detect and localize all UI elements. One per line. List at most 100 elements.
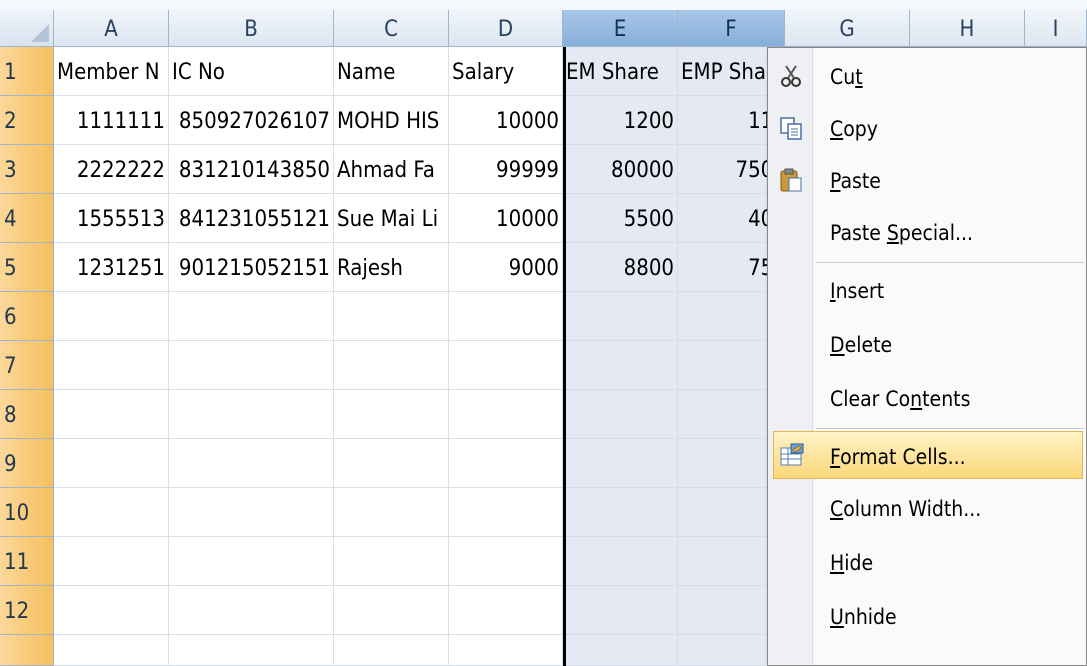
cell-d4[interactable]: 10000 [449, 194, 563, 243]
row-header-6[interactable]: 6 [0, 292, 54, 341]
cell-b4[interactable]: 841231055121 [169, 194, 334, 243]
row-header-9[interactable]: 9 [0, 439, 54, 488]
cell-d5[interactable]: 9000 [449, 243, 563, 292]
menu-item-unhide[interactable]: Unhide [768, 592, 1086, 640]
cell-b2[interactable]: 850927026107 [169, 96, 334, 145]
menu-item-format-cells[interactable]: Format Cells... [773, 431, 1083, 479]
column-header-f[interactable]: F [678, 10, 785, 47]
cell-d10[interactable] [449, 488, 563, 537]
cell-c11[interactable] [334, 537, 449, 586]
cell-e6[interactable] [563, 292, 678, 341]
column-header-a[interactable]: A [54, 10, 169, 47]
cell-a11[interactable] [54, 537, 169, 586]
cell-e9[interactable] [563, 439, 678, 488]
cell-d6[interactable] [449, 292, 563, 341]
cell-e2[interactable]: 1200 [563, 96, 678, 145]
scissors-icon [781, 65, 801, 87]
cell-a13[interactable] [54, 635, 169, 666]
cell-e4[interactable]: 5500 [563, 194, 678, 243]
cell-c9[interactable] [334, 439, 449, 488]
menu-item-insert[interactable]: Insert [768, 266, 1086, 314]
cell-c4[interactable]: Sue Mai Li [334, 194, 449, 243]
row-header-10[interactable]: 10 [0, 488, 54, 537]
cell-b1[interactable]: IC No [169, 47, 334, 96]
cell-c10[interactable] [334, 488, 449, 537]
cell-a9[interactable] [54, 439, 169, 488]
column-header-e[interactable]: E [563, 10, 678, 47]
cell-b12[interactable] [169, 586, 334, 635]
cell-e5[interactable]: 8800 [563, 243, 678, 292]
cell-a2[interactable]: 1111111 [54, 96, 169, 145]
row-header-2[interactable]: 2 [0, 96, 54, 145]
column-header-h[interactable]: H [910, 10, 1025, 47]
row-header-13[interactable] [0, 635, 54, 666]
menu-item-delete[interactable]: Delete [768, 320, 1086, 368]
select-all-button[interactable] [0, 10, 54, 47]
cell-c6[interactable] [334, 292, 449, 341]
row-header-7[interactable]: 7 [0, 341, 54, 390]
cell-e13[interactable] [563, 635, 678, 666]
cell-c5[interactable]: Rajesh [334, 243, 449, 292]
cell-c12[interactable] [334, 586, 449, 635]
row-header-3[interactable]: 3 [0, 145, 54, 194]
row-header-11[interactable]: 11 [0, 537, 54, 586]
row-header-12[interactable]: 12 [0, 586, 54, 635]
cell-b3[interactable]: 831210143850 [169, 145, 334, 194]
column-header-g[interactable]: G [785, 10, 910, 47]
cell-d7[interactable] [449, 341, 563, 390]
cell-a6[interactable] [54, 292, 169, 341]
cell-a4[interactable]: 1555513 [54, 194, 169, 243]
cell-c7[interactable] [334, 341, 449, 390]
menu-item-cut[interactable]: Cut [768, 52, 1086, 100]
cell-e7[interactable] [563, 341, 678, 390]
menu-item-column-width[interactable]: Column Width... [768, 484, 1086, 532]
cell-a5[interactable]: 1231251 [54, 243, 169, 292]
cell-b7[interactable] [169, 341, 334, 390]
cell-d1[interactable]: Salary [449, 47, 563, 96]
cell-d8[interactable] [449, 390, 563, 439]
cell-c2[interactable]: MOHD HIS [334, 96, 449, 145]
cell-b6[interactable] [169, 292, 334, 341]
cell-a3[interactable]: 2222222 [54, 145, 169, 194]
cell-c13[interactable] [334, 635, 449, 666]
cell-c1[interactable]: Name [334, 47, 449, 96]
cell-d3[interactable]: 99999 [449, 145, 563, 194]
cell-a8[interactable] [54, 390, 169, 439]
cell-a10[interactable] [54, 488, 169, 537]
cell-c8[interactable] [334, 390, 449, 439]
cell-b9[interactable] [169, 439, 334, 488]
row-header-4[interactable]: 4 [0, 194, 54, 243]
menu-item-copy[interactable]: Copy [768, 104, 1086, 152]
cell-b11[interactable] [169, 537, 334, 586]
cell-d11[interactable] [449, 537, 563, 586]
cell-d2[interactable]: 10000 [449, 96, 563, 145]
menu-item-clear-contents[interactable]: Clear Contents [768, 374, 1086, 422]
cell-b8[interactable] [169, 390, 334, 439]
column-header-i[interactable]: I [1025, 10, 1087, 47]
column-header-d[interactable]: D [449, 10, 563, 47]
menu-item-paste[interactable]: Paste [768, 156, 1086, 204]
cell-b10[interactable] [169, 488, 334, 537]
row-header-8[interactable]: 8 [0, 390, 54, 439]
cell-d13[interactable] [449, 635, 563, 666]
cell-e10[interactable] [563, 488, 678, 537]
menu-item-paste-special[interactable]: Paste Special... [768, 208, 1086, 256]
menu-item-hide[interactable]: Hide [768, 538, 1086, 586]
column-header-c[interactable]: C [334, 10, 449, 47]
cell-a1[interactable]: Member N [54, 47, 169, 96]
cell-b13[interactable] [169, 635, 334, 666]
cell-b5[interactable]: 901215052151 [169, 243, 334, 292]
cell-e12[interactable] [563, 586, 678, 635]
cell-e1[interactable]: EM Share [563, 47, 678, 96]
row-header-1[interactable]: 1 [0, 47, 54, 96]
cell-c3[interactable]: Ahmad Fa [334, 145, 449, 194]
column-header-b[interactable]: B [169, 10, 334, 47]
cell-e11[interactable] [563, 537, 678, 586]
cell-a12[interactable] [54, 586, 169, 635]
cell-a7[interactable] [54, 341, 169, 390]
row-header-5[interactable]: 5 [0, 243, 54, 292]
cell-d9[interactable] [449, 439, 563, 488]
cell-e3[interactable]: 80000 [563, 145, 678, 194]
cell-d12[interactable] [449, 586, 563, 635]
cell-e8[interactable] [563, 390, 678, 439]
